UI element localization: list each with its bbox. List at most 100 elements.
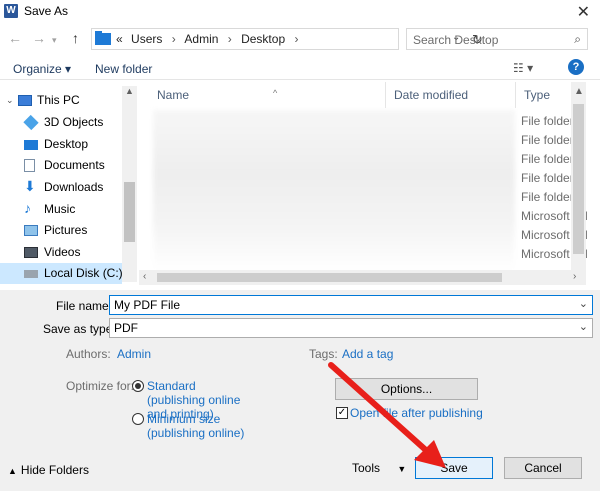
file-name-value: My PDF File (114, 298, 180, 312)
save-button[interactable]: Save (415, 457, 493, 479)
nav-item-music[interactable]: ♪ Music (0, 199, 122, 220)
music-note-icon: ♪ (24, 200, 31, 216)
chevron-down-icon[interactable]: ⌄ (579, 297, 588, 310)
chevron-down-icon[interactable]: ⌄ (579, 320, 588, 333)
optimize-for-label: Optimize for: (66, 379, 135, 393)
recent-locations-chevron-icon[interactable]: ▾ (52, 35, 57, 46)
optimize-minimum-radio[interactable] (132, 413, 144, 425)
open-after-publishing-label[interactable]: Open file after publishing (350, 406, 483, 420)
nav-item-videos[interactable]: Videos (0, 242, 122, 263)
title-bar: W Save As ✕ (0, 0, 600, 24)
scroll-thumb[interactable] (124, 182, 135, 242)
breadcrumb-separator-icon: › (294, 32, 299, 46)
nav-item-desktop[interactable]: Desktop (0, 134, 122, 155)
breadcrumb-separator-icon: › (171, 32, 176, 46)
tools-button[interactable]: Tools ▼ (352, 461, 406, 475)
navigation-pane: ⌄ This PC 3D Objects Desktop Documents ⬇… (0, 86, 137, 284)
scroll-thumb[interactable] (157, 273, 502, 282)
scroll-thumb[interactable] (573, 104, 584, 254)
tools-label: Tools (352, 461, 381, 475)
scroll-up-icon[interactable]: ▲ (125, 86, 134, 96)
window-title: Save As (24, 4, 69, 18)
overflow-chevron-icon[interactable]: « (116, 32, 123, 46)
column-header-type[interactable]: Type (516, 82, 571, 108)
nav-item-this-pc[interactable]: ⌄ This PC (0, 90, 122, 111)
nav-item-label: Desktop (44, 137, 89, 151)
nav-item-documents[interactable]: Documents (0, 155, 122, 176)
optimize-standard-radio[interactable] (132, 380, 144, 392)
nav-item-pictures[interactable]: Pictures (0, 220, 122, 241)
back-arrow-icon[interactable]: ← (8, 30, 22, 46)
nav-item-label: This PC (37, 93, 80, 107)
up-arrow-icon[interactable]: ↑ (72, 30, 79, 46)
nav-item-label: 3D Objects (44, 115, 104, 129)
scroll-left-icon[interactable]: ‹ (143, 271, 146, 282)
breadcrumb: « Users › Admin › Desktop › (116, 32, 304, 46)
authors-value[interactable]: Admin (117, 347, 151, 361)
file-type-cell: File folder (521, 114, 574, 128)
chevron-up-icon: ▲ (8, 466, 17, 476)
nav-item-downloads[interactable]: ⬇ Downloads (0, 177, 122, 198)
documents-icon (24, 159, 35, 172)
download-arrow-icon: ⬇ (24, 178, 36, 194)
optimize-minimum-label[interactable]: Minimum size (publishing online) (147, 412, 247, 440)
file-name-label: File name: (56, 299, 113, 313)
breadcrumb-users[interactable]: Users (131, 32, 162, 46)
nav-item-label: Local Disk (C:) (44, 266, 123, 280)
file-type-cell: File folder (521, 190, 574, 204)
search-input[interactable]: Search Desktop ⌕ (406, 28, 588, 50)
breadcrumb-desktop[interactable]: Desktop (241, 32, 285, 46)
save-as-type-value: PDF (114, 321, 138, 335)
this-pc-icon (18, 95, 32, 106)
column-header-label: Name (157, 88, 190, 102)
add-tag-link[interactable]: Add a tag (342, 347, 393, 361)
scroll-right-icon[interactable]: › (573, 271, 576, 282)
breadcrumb-admin[interactable]: Admin (184, 32, 218, 46)
column-header-name[interactable]: Name ^ (149, 82, 386, 108)
view-options-icon[interactable]: ☷ ▾ (513, 61, 533, 75)
file-list: Name ^ Date modified Type File folder Fi… (139, 82, 588, 288)
organize-button[interactable]: Organize ▾ (13, 62, 71, 76)
nav-scrollbar[interactable]: ▲ (122, 86, 137, 282)
file-vertical-scrollbar[interactable]: ▲ (571, 82, 586, 270)
close-icon[interactable]: ✕ (577, 2, 590, 22)
videos-icon (24, 247, 38, 258)
nav-item-local-disk[interactable]: Local Disk (C:) (0, 263, 123, 284)
folder-icon (95, 31, 111, 45)
drive-icon (24, 270, 38, 278)
cancel-button[interactable]: Cancel (504, 457, 582, 479)
collapse-chevron-icon[interactable]: ⌄ (6, 90, 14, 111)
search-icon: ⌕ (574, 32, 581, 46)
options-button[interactable]: Options... (335, 378, 478, 400)
address-row: ← → ▾ ↑ « Users › Admin › Desktop › ⌄ ↻ … (0, 26, 600, 54)
nav-item-label: Videos (44, 245, 81, 259)
hide-folders-button[interactable]: ▲ Hide Folders (8, 463, 89, 477)
new-folder-button[interactable]: New folder (95, 62, 152, 76)
file-type-cell: File folder (521, 171, 574, 185)
hide-folders-label: Hide Folders (20, 463, 89, 477)
command-toolbar: Organize ▾ New folder ☷ ▾ ? (0, 58, 600, 80)
tags-label: Tags: (309, 347, 338, 361)
file-horizontal-scrollbar[interactable]: ‹ › (139, 270, 586, 285)
cube-icon (23, 114, 39, 131)
word-app-icon: W (4, 4, 18, 18)
nav-item-3d-objects[interactable]: 3D Objects (0, 112, 122, 133)
desktop-icon (24, 140, 38, 150)
open-after-publishing-checkbox[interactable]: ✓ (336, 407, 348, 419)
save-as-type-select[interactable]: PDF ⌄ (109, 318, 593, 338)
address-bar[interactable]: « Users › Admin › Desktop › ⌄ ↻ (91, 28, 483, 50)
sort-caret-icon: ^ (273, 88, 278, 98)
nav-item-label: Pictures (44, 223, 88, 237)
file-name-field[interactable]: My PDF File ⌄ (109, 295, 593, 315)
pictures-icon (24, 225, 38, 236)
nav-item-label: Documents (44, 158, 105, 172)
column-header-label: Date modified (394, 88, 469, 102)
scroll-up-icon[interactable]: ▲ (574, 86, 584, 97)
search-placeholder: Search Desktop (413, 33, 499, 47)
nav-item-label: Music (44, 202, 76, 216)
help-icon[interactable]: ? (568, 59, 584, 75)
save-as-type-label: Save as type: (43, 322, 116, 336)
chevron-down-icon: ▼ (397, 464, 407, 474)
column-header-date-modified[interactable]: Date modified (386, 82, 516, 108)
forward-arrow-icon[interactable]: → (32, 30, 46, 46)
